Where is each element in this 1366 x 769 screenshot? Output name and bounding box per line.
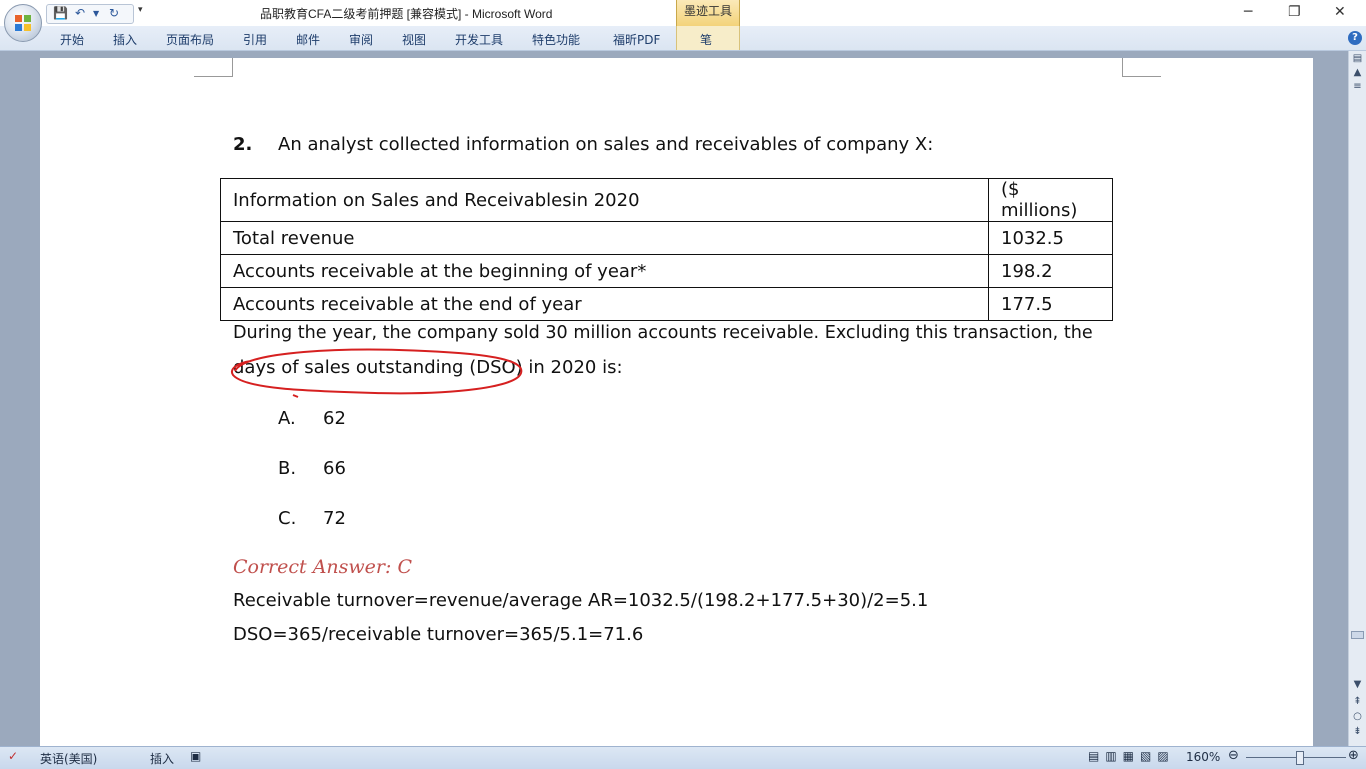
explanation-line-2: DSO=365/receivable turnover=365/5.1=71.6: [233, 624, 644, 645]
zoom-slider-thumb[interactable]: [1296, 751, 1304, 765]
macro-record-icon[interactable]: ▣: [190, 749, 201, 763]
status-bar: ✓ 英语(美国) 插入 ▣ ▤▥▦▧▨ 160% ⊖ ⊕: [0, 746, 1366, 769]
tab-home[interactable]: 开始: [60, 31, 84, 48]
option-a-letter: A.: [278, 408, 296, 429]
table-cell: 1032.5: [988, 221, 1113, 255]
minimize-button[interactable]: ─: [1244, 4, 1252, 20]
split-handle-icon[interactable]: ≡: [1351, 81, 1364, 92]
ribbon-tab-bar: 开始 插入 页面布局 引用 邮件 审阅 视图 开发工具 特色功能 福昕PDF 笔…: [0, 26, 1366, 51]
tab-review[interactable]: 审阅: [349, 31, 373, 48]
office-button[interactable]: [4, 4, 42, 42]
restore-button[interactable]: ❐: [1288, 4, 1301, 20]
table-cell: 198.2: [988, 254, 1113, 288]
table-row: Information on Sales and Receivablesin 2…: [220, 178, 1113, 222]
question-number: 2.: [233, 134, 253, 155]
document-page[interactable]: [40, 58, 1313, 746]
previous-page-icon[interactable]: ⇞: [1351, 696, 1364, 707]
table-cell: ($ millions): [988, 178, 1113, 222]
table-cell: Accounts receivable at the end of year: [220, 287, 989, 321]
window-title: 品职教育CFA二级考前押题 [兼容模式] - Microsoft Word: [260, 7, 553, 21]
ink-tools-contextual-label: 墨迹工具: [676, 0, 740, 26]
zoom-out-icon[interactable]: ⊖: [1228, 748, 1239, 763]
table-row: Accounts receivable at the end of year 1…: [220, 287, 1113, 321]
quick-access-toolbar: 💾 ↶ ▼ ↻: [46, 4, 134, 24]
spelling-check-icon[interactable]: ✓: [8, 749, 18, 763]
office-logo-icon: [15, 15, 31, 31]
title-bar: 💾 ↶ ▼ ↻ ▾ 品职教育CFA二级考前押题 [兼容模式] - Microso…: [0, 0, 1366, 26]
tab-foxit-pdf[interactable]: 福昕PDF: [613, 31, 660, 48]
tab-view[interactable]: 视图: [402, 31, 426, 48]
zoom-level[interactable]: 160%: [1186, 750, 1220, 764]
save-icon[interactable]: 💾: [53, 6, 68, 20]
tab-special-features[interactable]: 特色功能: [532, 31, 580, 48]
vertical-scrollbar[interactable]: ▤ ▲ ≡ ▼ ⇞ ○ ⇟: [1348, 51, 1366, 746]
question-text: An analyst collected information on sale…: [278, 134, 934, 155]
undo-icon[interactable]: ↶: [75, 6, 85, 20]
zoom-in-icon[interactable]: ⊕: [1348, 748, 1359, 763]
document-area: [0, 51, 1348, 746]
help-icon[interactable]: ?: [1348, 31, 1362, 45]
scrollbar-thumb[interactable]: [1351, 631, 1364, 639]
option-c-value: 72: [323, 508, 346, 529]
option-c-letter: C.: [278, 508, 297, 529]
table-cell: 177.5: [988, 287, 1113, 321]
option-b-value: 66: [323, 458, 346, 479]
tab-pen[interactable]: 笔: [700, 31, 712, 48]
undo-dropdown-icon[interactable]: ▼: [93, 9, 99, 18]
option-a-value: 62: [323, 408, 346, 429]
option-b-letter: B.: [278, 458, 297, 479]
tab-references[interactable]: 引用: [243, 31, 267, 48]
language-status[interactable]: 英语(美国): [40, 750, 97, 767]
correct-answer: Correct Answer: C: [233, 556, 412, 578]
table-row: Total revenue 1032.5: [220, 221, 1113, 255]
table-cell: Information on Sales and Receivablesin 2…: [220, 178, 989, 222]
customize-qat-icon[interactable]: ▾: [138, 5, 143, 15]
explanation-line-1: Receivable turnover=revenue/average AR=1…: [233, 590, 929, 611]
tab-mailings[interactable]: 邮件: [296, 31, 320, 48]
tab-developer[interactable]: 开发工具: [455, 31, 503, 48]
sales-receivables-table: Information on Sales and Receivablesin 2…: [220, 178, 1113, 321]
table-cell: Total revenue: [220, 221, 989, 255]
insert-mode-status[interactable]: 插入: [150, 750, 174, 767]
browse-object-icon[interactable]: ○: [1351, 711, 1364, 722]
margin-corner-right: [1122, 58, 1161, 77]
scroll-up-icon[interactable]: ▲: [1351, 67, 1364, 78]
ink-circle-annotation: [231, 348, 523, 398]
table-row: Accounts receivable at the beginning of …: [220, 254, 1113, 288]
ruler-toggle-icon[interactable]: ▤: [1351, 53, 1364, 64]
redo-icon[interactable]: ↻: [109, 6, 119, 20]
paragraph-line-1: During the year, the company sold 30 mil…: [233, 323, 1093, 343]
tab-insert[interactable]: 插入: [113, 31, 137, 48]
close-button[interactable]: ✕: [1334, 4, 1346, 20]
view-buttons[interactable]: ▤▥▦▧▨: [1088, 749, 1175, 763]
table-cell: Accounts receivable at the beginning of …: [220, 254, 989, 288]
tab-page-layout[interactable]: 页面布局: [166, 31, 214, 48]
next-page-icon[interactable]: ⇟: [1351, 726, 1364, 737]
scroll-down-icon[interactable]: ▼: [1351, 679, 1364, 690]
margin-corner-left: [194, 58, 233, 77]
